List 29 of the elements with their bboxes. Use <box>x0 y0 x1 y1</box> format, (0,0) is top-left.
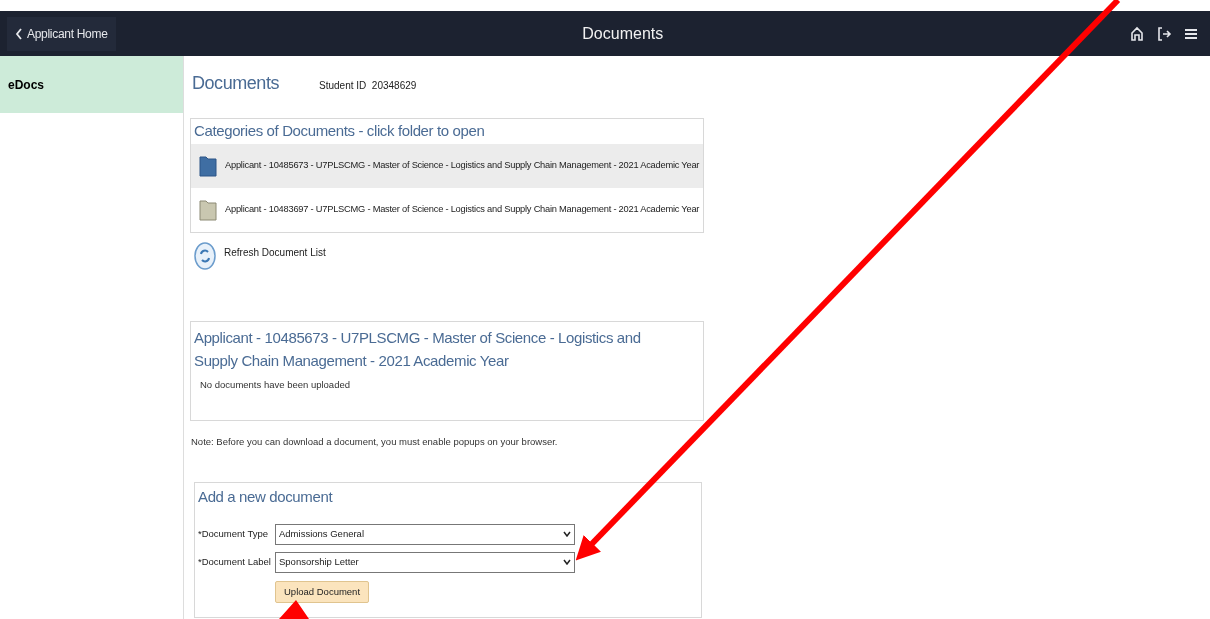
dropdown-field[interactable]: Admissions General <box>275 523 575 545</box>
refresh-icon[interactable] <box>194 240 216 271</box>
home-icon[interactable] <box>1130 25 1144 42</box>
header-title: Documents <box>582 23 664 44</box>
page-title: Documents <box>192 72 279 95</box>
field-label: *Document Type <box>198 527 270 542</box>
refresh-link[interactable]: Refresh Document List <box>224 245 326 260</box>
sign-out-icon[interactable] <box>1156 25 1172 42</box>
chevron-left-icon <box>15 27 23 40</box>
field-label: *Document Label <box>198 555 272 570</box>
popup-note: Note: Before you can download a document, you must enable popups on your browser. <box>190 434 559 449</box>
dropdown-field[interactable]: Sponsorship Letter <box>275 551 575 573</box>
panel-title: Applicant - 10485673 - U7PLSCMG - Master of Science - Logistics and Supply Chain Management - 2021 Academic Year <box>194 327 642 371</box>
back-button[interactable]: Applicant Home <box>7 16 116 51</box>
chevron-down-icon <box>563 559 571 566</box>
folder-icon <box>199 198 217 221</box>
sidebar-item[interactable]: eDocs <box>0 56 183 113</box>
panel-title: Add a new document <box>198 486 334 507</box>
student-id: Student ID 20348629 <box>319 79 417 93</box>
empty-message: No documents have been uploaded <box>199 377 351 392</box>
panel-title: Categories of Documents - click folder to open <box>193 121 486 141</box>
folder-label: Applicant - 10483697 - U7PLSCMG - Master of Science - Logistics and Supply Chain Management - 2021 Academic Year <box>225 202 700 216</box>
chevron-down-icon <box>563 531 571 538</box>
annotation-arrow <box>279 600 309 619</box>
folder-icon <box>199 154 217 177</box>
folder-label: Applicant - 10485673 - U7PLSCMG - Master of Science - Logistics and Supply Chain Management - 2021 Academic Year <box>225 158 700 172</box>
upload-button[interactable]: Upload Document <box>275 580 370 603</box>
menu-icon[interactable] <box>1184 26 1198 41</box>
folder-row[interactable]: Applicant - 10485673 - U7PLSCMG - Master of Science - Logistics and Supply Chain Management - 2021 Academic Year <box>191 143 703 188</box>
